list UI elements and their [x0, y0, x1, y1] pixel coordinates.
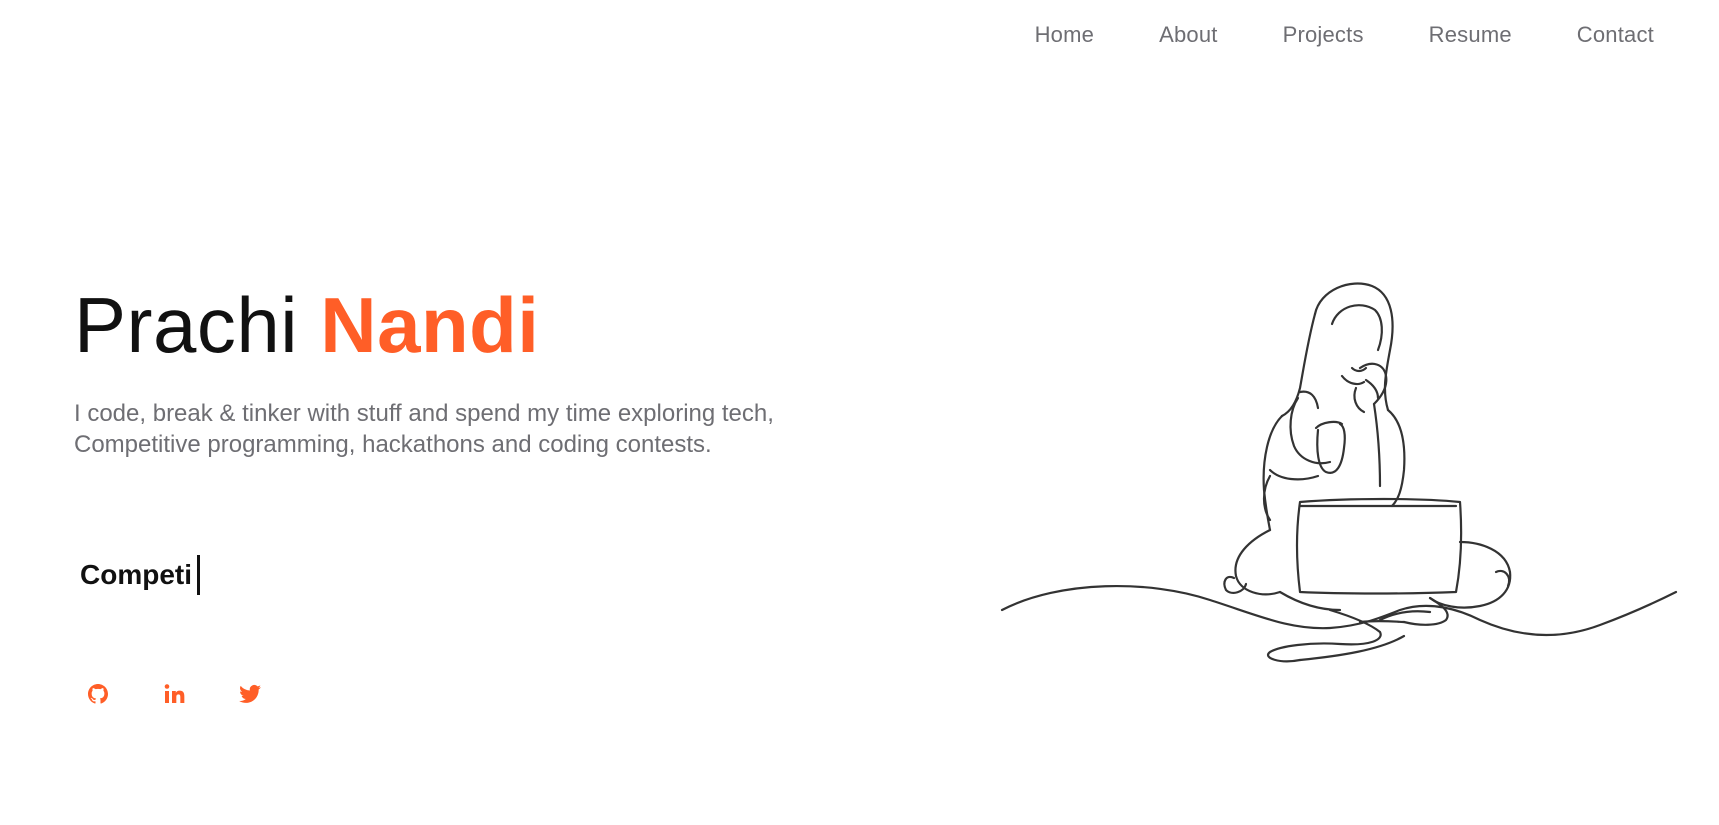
tagline-line-1: I code, break & tinker with stuff and sp…: [74, 400, 774, 427]
twitter-icon[interactable]: [232, 676, 268, 712]
typewriter-text: Competi: [80, 555, 200, 595]
typewriter-caret: [197, 555, 200, 595]
nav-home-link[interactable]: Home: [1035, 22, 1095, 48]
nav-about-link[interactable]: About: [1159, 22, 1218, 48]
top-navigation: Home About Projects Resume Contact: [1035, 22, 1654, 48]
woman-with-laptop-line-illustration: [1000, 282, 1678, 663]
typewriter-value: Competi: [80, 559, 192, 590]
social-links: [80, 676, 268, 712]
portfolio-page: Home About Projects Resume Contact Prach…: [0, 0, 1719, 825]
github-icon[interactable]: [80, 676, 116, 712]
hero-tagline: I code, break & tinker with stuff and sp…: [74, 398, 974, 460]
hero-first-name: Prachi: [74, 281, 299, 369]
hero-last-name: Nandi: [320, 281, 540, 369]
hero-name: Prachi Nandi: [74, 280, 974, 370]
nav-contact-link[interactable]: Contact: [1577, 22, 1654, 48]
tagline-line-2: Competitive programming, hackathons and …: [74, 431, 712, 458]
hero-section: Prachi Nandi I code, break & tinker with…: [74, 280, 974, 460]
nav-projects-link[interactable]: Projects: [1283, 22, 1364, 48]
nav-resume-link[interactable]: Resume: [1429, 22, 1512, 48]
linkedin-icon[interactable]: [156, 676, 192, 712]
